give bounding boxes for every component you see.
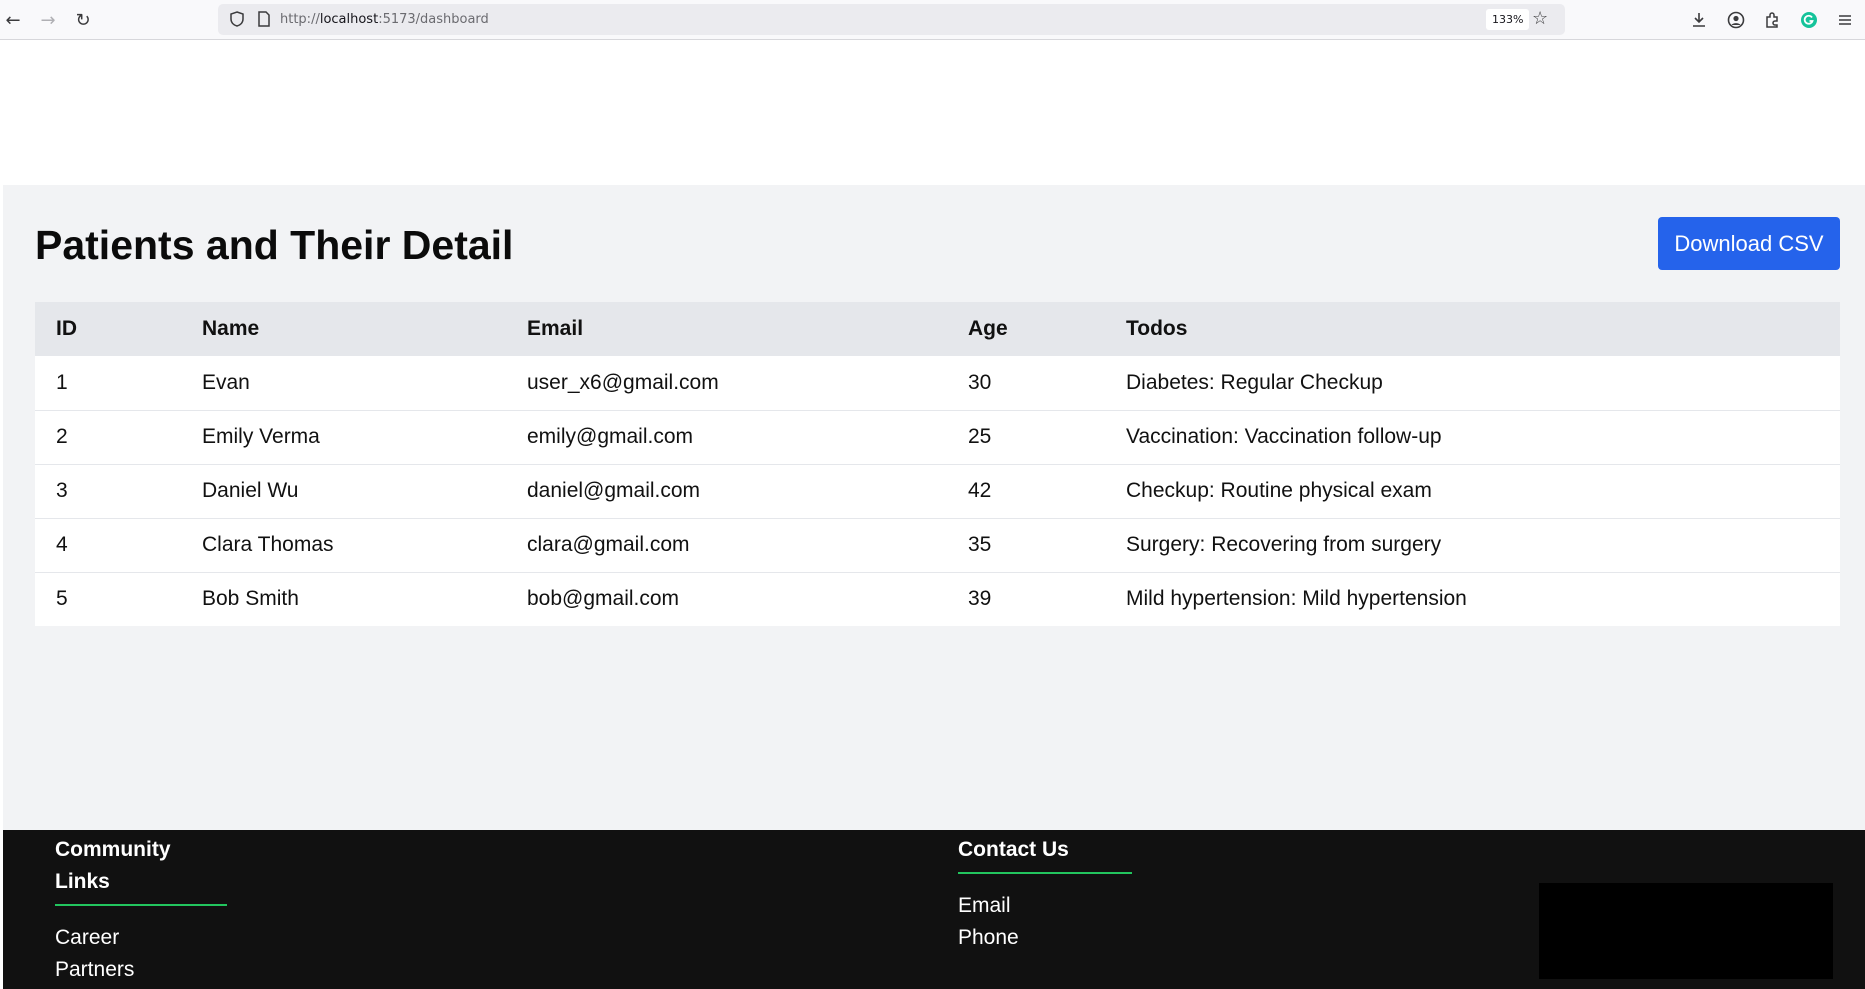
forward-icon[interactable]: → [35, 7, 61, 33]
cell-email: daniel@gmail.com [527, 479, 701, 502]
contact-us-heading: Contact Us [958, 838, 1069, 861]
cell-todos: Checkup: Routine physical exam [1126, 479, 1432, 502]
cell-age: 35 [968, 533, 992, 556]
table-row: 5 Bob Smith bob@gmail.com 39 Mild hypert… [35, 572, 1840, 626]
download-csv-button[interactable]: Download CSV [1658, 217, 1840, 270]
site-footer: Community Links Career Partners Contact … [3, 830, 1865, 989]
cell-name: Bob Smith [202, 587, 299, 611]
zoom-level-badge[interactable]: 133% [1486, 9, 1530, 30]
cell-todos: Diabetes: Regular Checkup [1126, 370, 1383, 394]
cell-name: Emily Verma [202, 425, 320, 448]
cell-email: clara@gmail.com [527, 533, 690, 556]
community-links-heading: Community Links [55, 838, 171, 893]
table-header-row: ID Name Email Age Todos [35, 302, 1840, 356]
cell-id: 1 [56, 370, 68, 394]
address-bar[interactable]: http://localhost:5173/dashboard 133% ☆ [218, 4, 1565, 35]
cell-name: Evan [202, 370, 250, 394]
cell-age: 42 [968, 479, 992, 502]
footer-link-phone[interactable]: Phone [958, 922, 1019, 954]
column-header-name: Name [202, 317, 260, 340]
account-icon[interactable] [1724, 8, 1748, 32]
dashboard-main: Patients and Their Detail Download CSV I… [3, 185, 1865, 830]
cell-email: emily@gmail.com [527, 425, 694, 448]
community-heading-underline [55, 904, 227, 906]
cell-email: user_x6@gmail.com [527, 370, 719, 394]
back-icon[interactable]: ← [0, 7, 26, 33]
cell-todos: Surgery: Recovering from surgery [1126, 533, 1442, 556]
table-row: 1 Evan user_x6@gmail.com 30 Diabetes: Re… [35, 356, 1840, 410]
cell-todos: Mild hypertension: Mild hypertension [1126, 587, 1467, 611]
cell-id: 4 [56, 533, 68, 556]
cell-name: Daniel Wu [202, 479, 299, 502]
download-icon[interactable] [1687, 8, 1711, 32]
cell-age: 25 [968, 425, 992, 448]
browser-toolbar: ← → ↻ http://localhost:5173/dashboard 13… [0, 0, 1865, 40]
page-title: Patients and Their Detail [35, 222, 514, 268]
cell-id: 5 [56, 587, 68, 611]
cell-age: 39 [968, 587, 992, 611]
page-info-icon[interactable] [256, 10, 272, 28]
footer-link-career[interactable]: Career [55, 922, 119, 954]
cell-name: Clara Thomas [202, 533, 334, 556]
page-header [3, 40, 1865, 185]
cell-todos: Vaccination: Vaccination follow-up [1126, 425, 1442, 448]
grammarly-icon[interactable] [1797, 8, 1821, 32]
page-viewport: Patients and Their Detail Download CSV I… [3, 40, 1865, 989]
table-row: 3 Daniel Wu daniel@gmail.com 42 Checkup:… [35, 464, 1840, 518]
table-row: 4 Clara Thomas clara@gmail.com 35 Surger… [35, 518, 1840, 572]
bookmark-star-icon[interactable]: ☆ [1532, 8, 1554, 30]
contact-heading-underline [958, 872, 1132, 874]
cell-age: 30 [968, 370, 992, 394]
shield-icon[interactable] [228, 10, 246, 28]
reload-icon[interactable]: ↻ [70, 7, 96, 33]
footer-link-partners[interactable]: Partners [55, 954, 134, 986]
cell-email: bob@gmail.com [527, 587, 680, 611]
column-header-email: Email [527, 317, 584, 340]
patients-table: ID Name Email Age Todos 1 Evan user_x6@g… [35, 302, 1840, 626]
url-text[interactable]: http://localhost:5173/dashboard [280, 12, 489, 27]
footer-link-email[interactable]: Email [958, 890, 1011, 922]
footer-embed-box [1539, 883, 1833, 979]
extensions-icon[interactable] [1760, 8, 1784, 32]
table-row: 2 Emily Verma emily@gmail.com 25 Vaccina… [35, 410, 1840, 464]
menu-icon[interactable] [1833, 8, 1857, 32]
column-header-age: Age [968, 317, 1008, 340]
column-header-todos: Todos [1126, 317, 1188, 340]
cell-id: 2 [56, 425, 68, 448]
cell-id: 3 [56, 479, 68, 502]
column-header-id: ID [56, 317, 77, 340]
